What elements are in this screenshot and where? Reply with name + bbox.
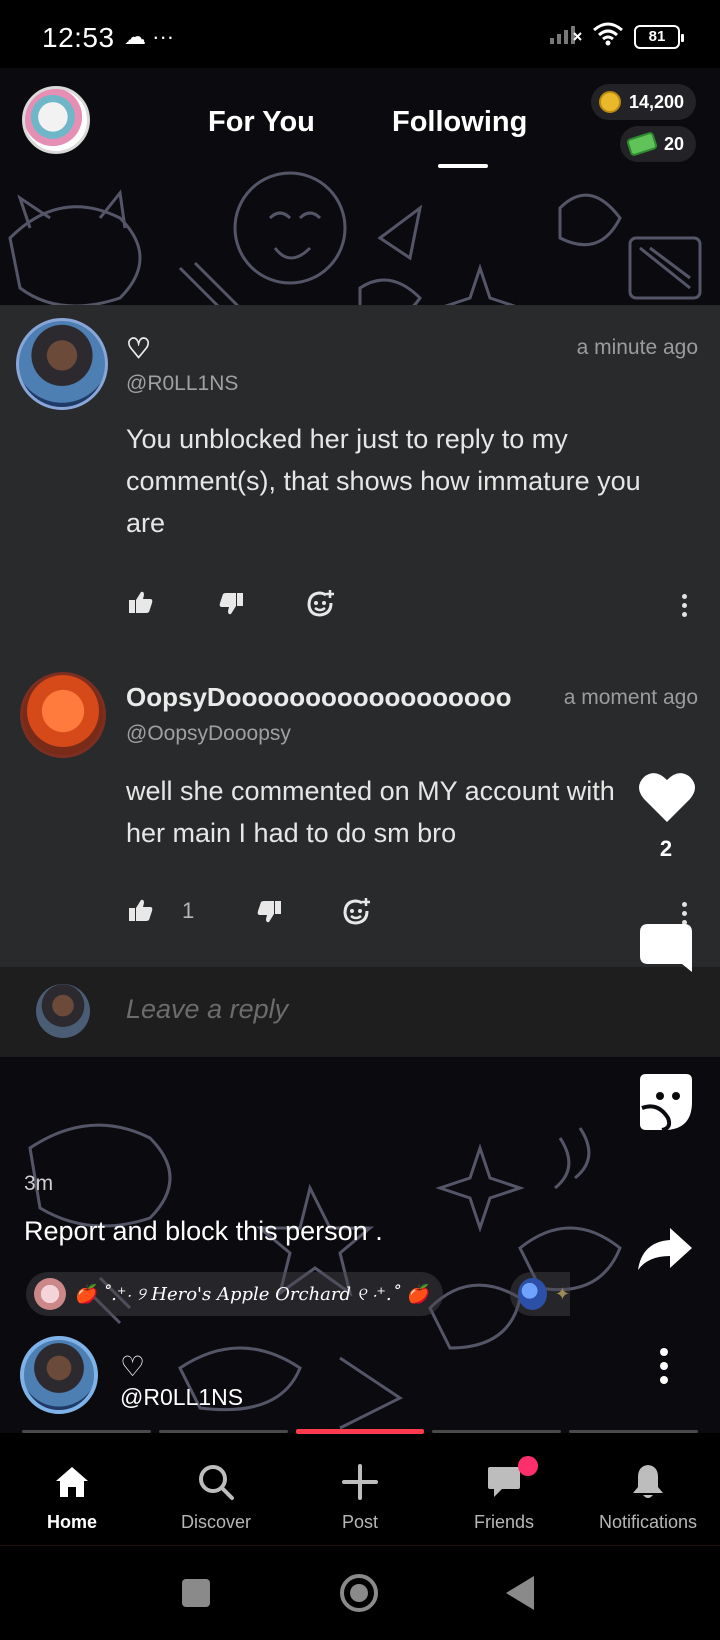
comment-avatar[interactable] (20, 672, 106, 758)
comment-like-count: 1 (182, 898, 195, 923)
nav-label: Home (46, 1512, 97, 1532)
nav-notifications[interactable]: Notifications (576, 1434, 720, 1546)
bottom-nav: Home Discover Post Friends Notifications (0, 1434, 720, 1546)
nav-label: Friends (473, 1512, 535, 1532)
plus-icon (340, 1462, 380, 1502)
post-author-name[interactable]: ♡ (120, 1350, 145, 1383)
cash-count: 20 (663, 133, 684, 154)
comment-button[interactable] (638, 922, 694, 978)
tab-for-you[interactable]: For You (208, 106, 315, 139)
post-caption[interactable]: Report and block this person . (24, 1216, 383, 1247)
progress-segment (569, 1430, 698, 1433)
comment-author-name[interactable]: OopsyDoooooooooooooooooo (126, 682, 524, 713)
comment-avatar[interactable] (16, 318, 108, 410)
signal-icon (548, 23, 582, 50)
heart-icon (639, 773, 695, 822)
recent-apps-button[interactable] (182, 1579, 210, 1607)
globe-avatar (518, 1278, 547, 1310)
sticker-button[interactable] (638, 1072, 694, 1132)
thumbs-down-icon[interactable] (256, 900, 282, 931)
comment-author-name[interactable]: ♡ (126, 332, 151, 365)
reply-input[interactable]: Leave a reply (126, 994, 288, 1025)
community-tag-label: 🍎 ˚.⁺‧ ୨ Hero's Apple Orchard ୧ ‧⁺.˚ 🍎 (74, 1283, 429, 1305)
comment-text: You unblocked her just to reply to my co… (126, 424, 641, 538)
nav-friends[interactable]: Friends (432, 1434, 576, 1546)
community-tag-2[interactable]: ✦ (510, 1272, 570, 1316)
tab-following[interactable]: Following (392, 106, 527, 139)
sticker-icon (640, 1074, 692, 1132)
progress-segment (432, 1430, 562, 1433)
thumbs-up-icon[interactable] (128, 898, 154, 929)
progress-segment (22, 1430, 151, 1433)
home-icon (52, 1462, 92, 1502)
nav-label: Discover (180, 1512, 251, 1532)
like-count: 2 (659, 836, 673, 861)
comments-panel (0, 305, 720, 967)
post-author-handle[interactable]: @R0LL1NS (120, 1384, 243, 1411)
add-reaction-icon[interactable] (342, 896, 372, 933)
status-time: 12:53 (42, 22, 115, 53)
share-arrow-icon (638, 1228, 692, 1270)
coins-balance[interactable]: 14,200 (590, 84, 696, 120)
community-tag[interactable]: 🍎 ˚.⁺‧ ୨ Hero's Apple Orchard ୧ ‧⁺.˚ 🍎 (26, 1272, 443, 1316)
post-more-icon[interactable] (660, 1348, 668, 1384)
share-button[interactable] (636, 1226, 694, 1272)
my-avatar (36, 984, 90, 1038)
bell-icon (628, 1462, 668, 1502)
sparkle-icon: ✦ (554, 1283, 570, 1304)
post-author-avatar[interactable] (20, 1336, 98, 1414)
comment-author-handle[interactable]: @R0LL1NS (126, 372, 238, 396)
reply-bar (0, 967, 720, 1057)
comment-more-icon[interactable] (682, 594, 688, 617)
status-notification-icons: ☁ ··· (124, 24, 175, 49)
status-right-icons: 81 (548, 22, 684, 51)
like-button[interactable] (638, 770, 696, 826)
nav-post[interactable]: Post (288, 1434, 432, 1546)
active-tab-indicator (438, 164, 488, 168)
coins-count: 14,200 (628, 91, 684, 112)
wifi-icon (592, 22, 624, 51)
home-button[interactable] (340, 1574, 378, 1612)
cash-balance[interactable]: 20 (619, 126, 696, 162)
nav-home[interactable]: Home (0, 1434, 144, 1546)
comment-timestamp: a minute ago (576, 336, 698, 359)
notification-dot (518, 1456, 538, 1476)
status-bar: 12:53 ☁ ··· 81 (0, 0, 720, 68)
comment-author-handle[interactable]: @OopsyDooopsy (126, 722, 291, 746)
nav-label: Notifications (598, 1512, 698, 1532)
thumbs-down-icon[interactable] (218, 592, 244, 623)
profile-avatar[interactable] (22, 86, 90, 154)
community-avatar (34, 1278, 66, 1310)
comment-text: well she commented on MY account with he… (126, 776, 615, 848)
battery-icon: 81 (634, 24, 684, 49)
back-button[interactable] (506, 1576, 534, 1610)
coin-icon (598, 91, 621, 113)
thumbs-up-icon[interactable] (128, 590, 154, 621)
add-reaction-icon[interactable] (306, 588, 336, 625)
nav-discover[interactable]: Discover (144, 1434, 288, 1546)
search-icon (196, 1462, 236, 1502)
comment-bubble-icon (640, 924, 692, 972)
cash-icon (625, 131, 659, 157)
nav-label: Post (341, 1512, 379, 1532)
progress-segment (158, 1430, 288, 1433)
post-age: 3m (24, 1172, 54, 1195)
comment-timestamp: a moment ago (563, 686, 698, 709)
